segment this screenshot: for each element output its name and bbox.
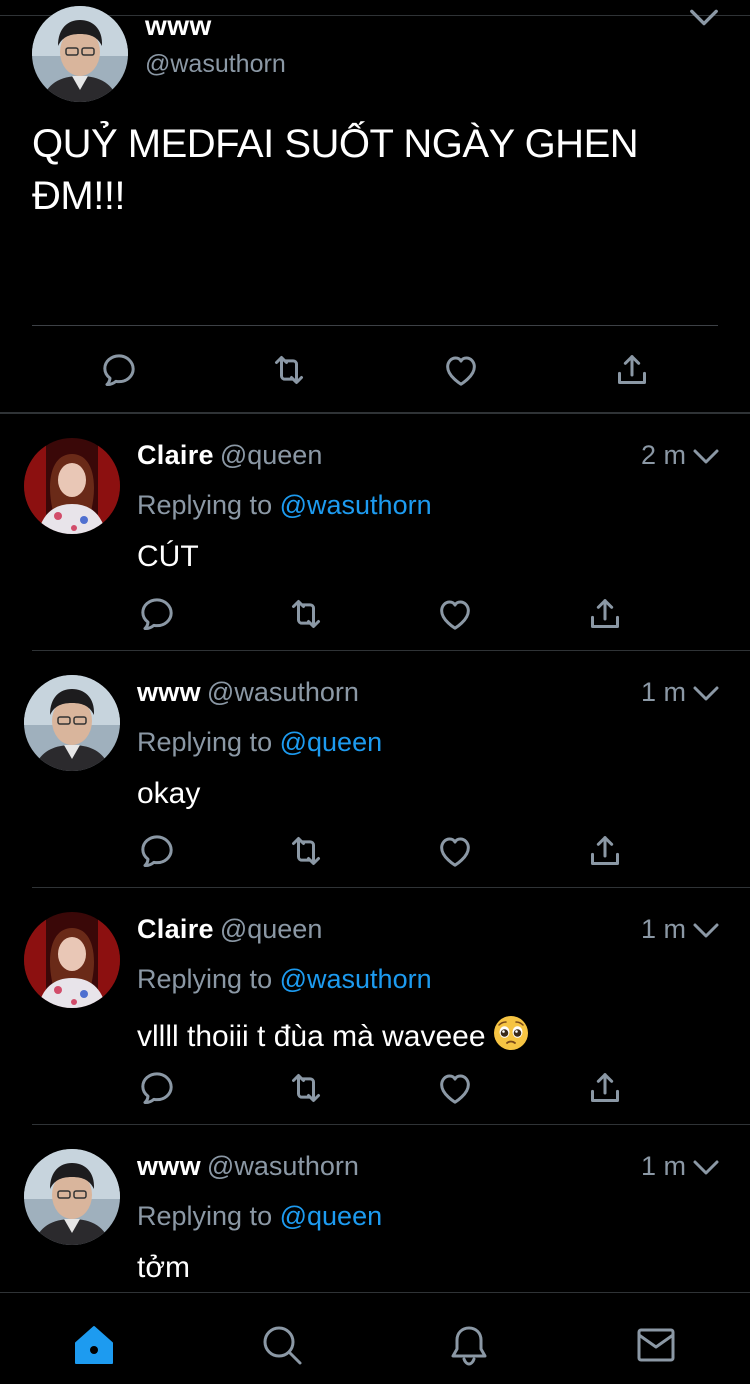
replying-label: Replying to	[137, 964, 273, 994]
reply-author-name[interactable]: www	[137, 677, 201, 707]
reply-header: www @wasuthorn	[137, 1151, 359, 1182]
retweet-icon[interactable]	[286, 831, 326, 871]
tweet-author-name[interactable]: www	[145, 10, 212, 42]
replying-label: Replying to	[137, 1201, 273, 1231]
replying-label: Replying to	[137, 490, 273, 520]
reply-icon[interactable]	[137, 831, 177, 871]
search-icon[interactable]	[260, 1323, 304, 1367]
top-divider	[0, 15, 750, 16]
like-icon[interactable]	[441, 350, 481, 390]
reply-header: www @wasuthorn	[137, 677, 359, 708]
reply-text: tởm	[137, 1251, 190, 1284]
reply-mention-link[interactable]: @wasuthorn	[280, 964, 432, 994]
like-icon[interactable]	[435, 831, 475, 871]
chevron-down-icon[interactable]	[692, 685, 720, 703]
reply-author-handle[interactable]: @wasuthorn	[207, 677, 359, 707]
replying-to: Replying to @queen	[137, 727, 382, 758]
reply-text: okay	[137, 777, 201, 810]
divider	[32, 325, 718, 326]
reply-timestamp: 1 m	[640, 914, 686, 944]
reply-text: vllll thoiii t đùa mà waveee	[137, 1014, 530, 1054]
reply-header: Claire @queen	[137, 914, 322, 945]
share-icon[interactable]	[585, 1068, 625, 1108]
reply-author-name[interactable]: Claire	[137, 914, 214, 944]
replying-to: Replying to @wasuthorn	[137, 490, 432, 521]
divider	[32, 887, 750, 888]
reply-text: CÚT	[137, 540, 199, 573]
replying-to: Replying to @queen	[137, 1201, 382, 1232]
retweet-icon[interactable]	[286, 1068, 326, 1108]
share-icon[interactable]	[612, 350, 652, 390]
reply-icon[interactable]	[137, 594, 177, 634]
share-icon[interactable]	[585, 594, 625, 634]
bottom-nav	[0, 1292, 750, 1384]
reply-author-handle[interactable]: @queen	[220, 914, 323, 944]
reply-author-handle[interactable]: @queen	[220, 440, 323, 470]
pleading-face-emoji	[492, 1014, 530, 1052]
reply-mention-link[interactable]: @queen	[280, 727, 383, 757]
share-icon[interactable]	[585, 831, 625, 871]
replying-label: Replying to	[137, 727, 273, 757]
chevron-down-icon[interactable]	[692, 1159, 720, 1177]
retweet-icon[interactable]	[269, 350, 309, 390]
retweet-icon[interactable]	[286, 594, 326, 634]
avatar[interactable]	[24, 912, 120, 1008]
reply-author-name[interactable]: www	[137, 1151, 201, 1181]
chevron-down-icon[interactable]	[688, 8, 720, 28]
reply-icon[interactable]	[137, 1068, 177, 1108]
replying-to: Replying to @wasuthorn	[137, 964, 432, 995]
reply-header: Claire @queen	[137, 440, 322, 471]
mail-icon[interactable]	[634, 1323, 678, 1367]
reply-author-name[interactable]: Claire	[137, 440, 214, 470]
chevron-down-icon[interactable]	[692, 448, 720, 466]
chevron-down-icon[interactable]	[692, 922, 720, 940]
reply-icon[interactable]	[99, 350, 139, 390]
like-icon[interactable]	[435, 594, 475, 634]
bell-icon[interactable]	[447, 1323, 491, 1367]
reply-mention-link[interactable]: @queen	[280, 1201, 383, 1231]
avatar[interactable]	[24, 675, 120, 771]
reply-timestamp: 1 m	[640, 677, 686, 707]
reply-mention-link[interactable]: @wasuthorn	[280, 490, 432, 520]
avatar[interactable]	[24, 438, 120, 534]
divider	[32, 650, 750, 651]
divider	[32, 1124, 750, 1125]
reply-text-content: vllll thoiii t đùa mà waveee	[137, 1020, 486, 1053]
like-icon[interactable]	[435, 1068, 475, 1108]
divider	[0, 412, 750, 414]
reply-timestamp: 1 m	[640, 1151, 686, 1181]
tweet-author-handle[interactable]: @wasuthorn	[145, 50, 286, 79]
avatar[interactable]	[32, 6, 128, 102]
reply-author-handle[interactable]: @wasuthorn	[207, 1151, 359, 1181]
avatar[interactable]	[24, 1149, 120, 1245]
tweet-text: QUỶ MEDFAI SUỐT NGÀY GHEN ĐM!!!	[32, 122, 639, 218]
reply-timestamp: 2 m	[640, 440, 686, 470]
home-icon[interactable]	[72, 1323, 116, 1367]
